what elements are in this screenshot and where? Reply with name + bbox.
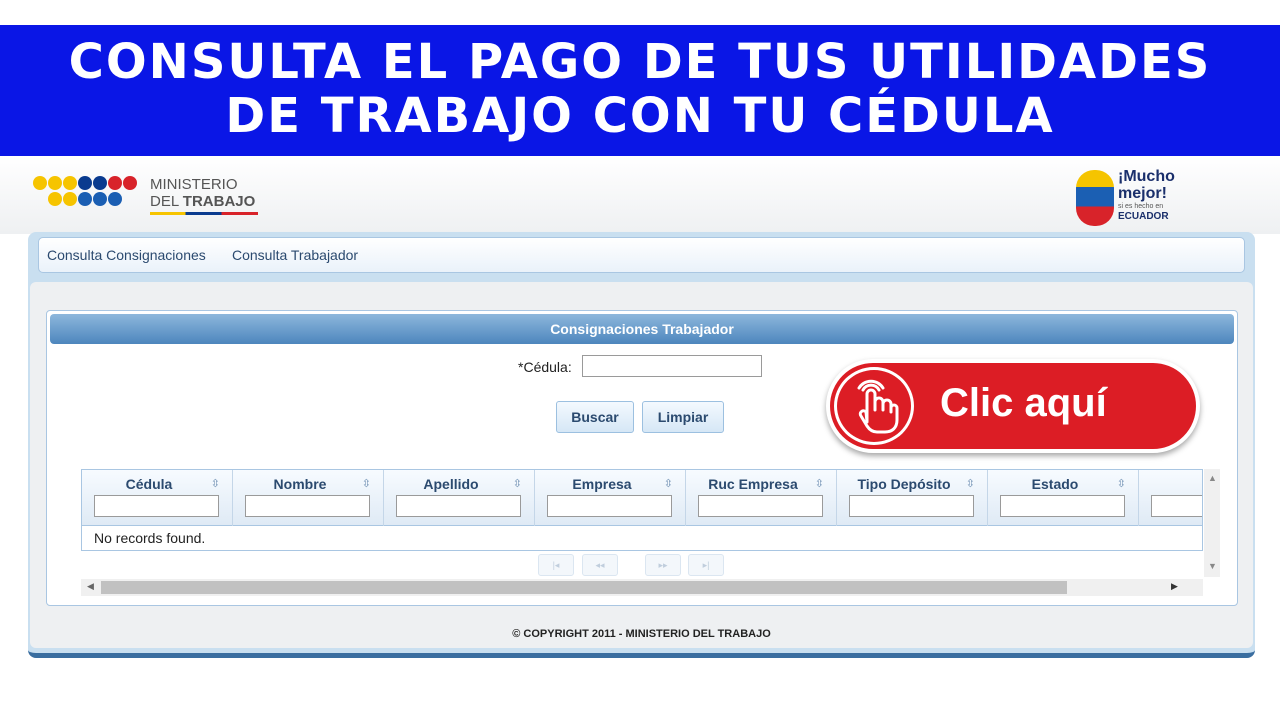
content-area: Consignaciones Trabajador *Cédula: Busca… (30, 282, 1253, 648)
prev-page-button[interactable]: ◂◂ (582, 554, 618, 576)
clic-aqui-label: Clic aquí (940, 381, 1107, 425)
sort-icon[interactable]: ⇳ (966, 477, 975, 490)
ecuador-logo-line-1: ¡Mucho (1118, 168, 1175, 185)
limpiar-button[interactable]: Limpiar (642, 401, 724, 433)
scrollbar-thumb[interactable] (101, 581, 1067, 594)
ecuador-logo-line-3: si es hecho en (1118, 203, 1164, 210)
menu-item-consulta-trabajador[interactable]: Consulta Trabajador (232, 247, 358, 263)
filter-apellido-input[interactable] (396, 495, 521, 517)
ministry-logo-dots-icon (33, 176, 141, 210)
table-header: Cédula ⇳ Nombre ⇳ Apellido ⇳ Empresa ⇳ R… (82, 470, 1202, 526)
ministry-name: MINISTERIO DEL TRABAJO (150, 176, 255, 210)
banner-title-line-2: DE TRABAJO CON TU CÉDULA (225, 88, 1055, 144)
buscar-button[interactable]: Buscar (556, 401, 634, 433)
sort-icon[interactable]: ⇳ (211, 477, 220, 490)
ecuador-logo: ¡Mucho mejor! si es hecho en ECUADOR (1076, 168, 1186, 230)
scroll-right-icon[interactable]: ▶ (1171, 581, 1178, 592)
sort-icon[interactable]: ⇳ (1117, 477, 1126, 490)
ministry-line-2: DEL TRABAJO (150, 193, 256, 210)
horizontal-scrollbar[interactable]: ◀ ▶ (81, 579, 1203, 596)
empty-message: No records found. (94, 530, 206, 546)
column-header-apellido[interactable]: Apellido ⇳ (384, 470, 535, 526)
menu-bar: Consulta Consignaciones Consulta Trabaja… (38, 237, 1245, 273)
ministry-line-1: MINISTERIO (150, 176, 238, 193)
cedula-input[interactable] (582, 355, 762, 377)
ecuador-logo-line-4: ECUADOR (1118, 211, 1169, 222)
hand-pointer-icon (834, 367, 914, 445)
sort-icon[interactable]: ⇳ (815, 477, 824, 490)
last-page-button[interactable]: ▸| (688, 554, 724, 576)
column-header-estado[interactable]: Estado ⇳ (988, 470, 1139, 526)
scroll-left-icon[interactable]: ◀ (87, 581, 94, 592)
filter-cedula-input[interactable] (94, 495, 219, 517)
column-header-next[interactable] (1139, 470, 1202, 526)
menu-item-consulta-consignaciones[interactable]: Consulta Consignaciones (47, 247, 206, 263)
results-table: Cédula ⇳ Nombre ⇳ Apellido ⇳ Empresa ⇳ R… (81, 469, 1203, 551)
column-header-ruc-empresa[interactable]: Ruc Empresa ⇳ (686, 470, 837, 526)
vertical-scrollbar[interactable]: ▲ ▼ (1204, 469, 1220, 577)
ecuador-mark-icon (1076, 170, 1114, 226)
scroll-up-icon[interactable]: ▲ (1208, 473, 1217, 483)
panel-title: Consignaciones Trabajador (50, 314, 1234, 344)
ministry-color-bar (150, 212, 258, 215)
title-banner: CONSULTA EL PAGO DE TUS UTILIDADES DE TR… (0, 25, 1280, 156)
copyright-text: © COPYRIGHT 2011 - MINISTERIO DEL TRABAJ… (512, 628, 771, 640)
filter-tipo-deposito-input[interactable] (849, 495, 974, 517)
first-page-button[interactable]: |◂ (538, 554, 574, 576)
banner-title-line-1: CONSULTA EL PAGO DE TUS UTILIDADES (68, 34, 1212, 90)
column-header-cedula[interactable]: Cédula ⇳ (82, 470, 233, 526)
ecuador-logo-line-2: mejor! (1118, 185, 1167, 202)
sort-icon[interactable]: ⇳ (513, 477, 522, 490)
page: CONSULTA EL PAGO DE TUS UTILIDADES DE TR… (0, 0, 1280, 720)
clic-aqui-button[interactable]: Clic aquí (826, 359, 1200, 453)
next-page-button[interactable]: ▸▸ (645, 554, 681, 576)
column-header-tipo-deposito[interactable]: Tipo Depósito ⇳ (837, 470, 988, 526)
sort-icon[interactable]: ⇳ (362, 477, 371, 490)
site-header: MINISTERIO DEL TRABAJO ¡Mucho mejor! si … (0, 156, 1280, 234)
column-header-nombre[interactable]: Nombre ⇳ (233, 470, 384, 526)
cedula-label: *Cédula: (518, 359, 572, 375)
column-header-empresa[interactable]: Empresa ⇳ (535, 470, 686, 526)
scroll-down-icon[interactable]: ▼ (1208, 561, 1217, 571)
filter-next-input[interactable] (1151, 495, 1202, 517)
filter-ruc-empresa-input[interactable] (698, 495, 823, 517)
filter-empresa-input[interactable] (547, 495, 672, 517)
filter-nombre-input[interactable] (245, 495, 370, 517)
sort-icon[interactable]: ⇳ (664, 477, 673, 490)
filter-estado-input[interactable] (1000, 495, 1125, 517)
consignaciones-panel: Consignaciones Trabajador *Cédula: Busca… (46, 310, 1238, 606)
